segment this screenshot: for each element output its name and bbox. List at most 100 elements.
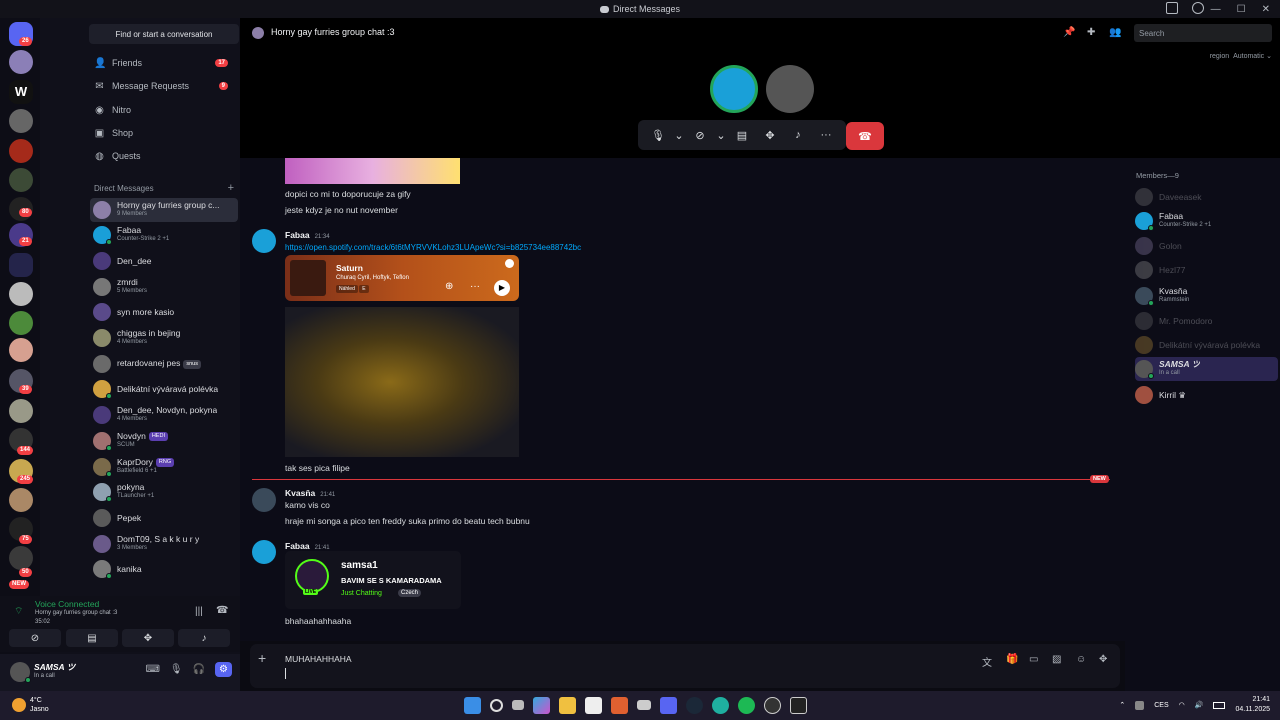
participant-avatar[interactable] <box>766 65 814 113</box>
microphone-icon[interactable]: 🎙 <box>170 664 183 675</box>
server-icon[interactable]: W <box>9 80 33 104</box>
dm-item[interactable]: Novdyn HEDI SCUM <box>90 429 238 453</box>
participant-avatar[interactable] <box>710 65 758 113</box>
server-icon[interactable] <box>9 139 33 163</box>
avatar[interactable] <box>252 488 276 512</box>
hang-up-button[interactable]: ☎ <box>846 122 884 150</box>
member-item[interactable]: Hezl77 <box>1135 258 1278 282</box>
server-icon[interactable] <box>9 109 33 133</box>
copilot-icon[interactable] <box>533 697 550 714</box>
member-item[interactable]: Kvasňa Rammstein <box>1135 284 1278 308</box>
volume-icon[interactable]: 🔊 <box>1195 701 1204 709</box>
server-icon[interactable] <box>9 311 33 335</box>
member-item[interactable]: Daveeasek <box>1135 185 1278 209</box>
steam-icon[interactable] <box>686 697 703 714</box>
spotify-icon[interactable] <box>738 697 755 714</box>
nav-nitro[interactable]: ◉ Nitro <box>94 101 131 119</box>
soundboard-button[interactable]: ♪ <box>178 629 230 647</box>
pin-icon[interactable]: 📌 <box>1063 27 1075 38</box>
chevron-down-icon[interactable]: ⌄ <box>672 123 686 147</box>
store-icon[interactable] <box>585 697 602 714</box>
member-list-icon[interactable]: 👥 <box>1109 27 1121 38</box>
language-indicator[interactable]: CES <box>1154 702 1168 709</box>
task-view-icon[interactable] <box>512 700 524 710</box>
more-icon[interactable]: ··· <box>470 281 480 292</box>
app-icon[interactable] <box>611 697 628 714</box>
headphones-icon[interactable]: 🎧 <box>193 664 205 675</box>
find-conversation-button[interactable]: Find or start a conversation <box>89 24 239 44</box>
nav-shop[interactable]: ▣ Shop <box>94 124 133 142</box>
screen-share-icon[interactable]: ▤ <box>728 123 756 147</box>
add-member-icon[interactable]: ✚ <box>1087 27 1095 38</box>
close-button[interactable]: ✕ <box>1262 4 1270 15</box>
member-item[interactable]: SAMSA ツ In a call <box>1135 357 1278 381</box>
nav-message-requests[interactable]: ✉ Message Requests 9 <box>94 77 230 95</box>
obs-icon[interactable] <box>764 697 781 714</box>
gift-icon[interactable]: 🎁 <box>1006 654 1018 665</box>
edge-icon[interactable] <box>712 697 729 714</box>
member-item[interactable]: Delikátní výváravá polévka <box>1135 333 1278 357</box>
dm-item[interactable]: pokyna TLauncher +1 <box>90 480 238 504</box>
camera-off-button[interactable]: ⊘ <box>9 629 61 647</box>
server-icon[interactable] <box>9 168 33 192</box>
dm-item[interactable]: Pepek <box>90 506 238 530</box>
server-icon[interactable] <box>9 488 33 512</box>
server-icon[interactable] <box>9 50 33 74</box>
dm-item[interactable]: Den_dee <box>90 249 238 273</box>
screen-share-button[interactable]: ▤ <box>66 629 118 647</box>
dm-item[interactable]: DomT09, S a k k u r y3 Members <box>90 532 238 556</box>
nav-friends[interactable]: 👤 Friends 17 <box>94 54 230 72</box>
chevron-up-icon[interactable]: ⌃ <box>1119 701 1125 709</box>
weather-widget[interactable]: 4°C Jasno <box>30 696 49 714</box>
add-icon[interactable]: ⊕ <box>445 281 453 292</box>
dm-item[interactable]: zmrdi 5 Members <box>90 275 238 299</box>
help-icon[interactable] <box>1192 2 1204 14</box>
message-author[interactable]: Fabaa 21:34 <box>285 230 330 240</box>
message-composer[interactable]: + MUHAHAHHAHA 文 🎁 ▭ ▨ ☺ ✥ <box>250 644 1120 688</box>
gamepad-icon[interactable]: ⌨ <box>145 664 159 675</box>
server-icon[interactable] <box>9 282 33 306</box>
server-icon[interactable] <box>9 546 33 570</box>
spotify-link[interactable]: https://open.spotify.com/track/6t6tMYRVV… <box>285 243 581 252</box>
dm-item[interactable]: Delikátní výváravá polévka <box>90 377 238 401</box>
wifi-icon[interactable]: ◠ <box>1179 701 1185 709</box>
dm-item[interactable]: kanika <box>90 557 238 581</box>
user-avatar[interactable] <box>10 662 31 683</box>
mail-icon[interactable] <box>637 700 651 710</box>
dm-item[interactable]: Horny gay furries group c... 9 Members <box>90 198 238 222</box>
noise-suppression-icon[interactable]: ||| <box>195 606 203 617</box>
dm-item[interactable]: Fabaa Counter-Strike 2 +1 <box>90 223 238 247</box>
dm-item[interactable]: KaprDory RNG Battlefield 6 +1 <box>90 455 238 479</box>
attach-icon[interactable]: + <box>258 650 266 666</box>
message-input[interactable]: MUHAHAHHAHA <box>285 654 352 664</box>
region-selector[interactable]: region Automatic ⌄ <box>1210 52 1272 60</box>
translate-icon[interactable]: 文 <box>982 654 992 669</box>
search-input[interactable]: Search <box>1134 24 1272 42</box>
discord-icon[interactable] <box>660 697 677 714</box>
soundboard-icon[interactable]: ♪ <box>784 123 812 147</box>
chevron-down-icon[interactable]: ⌄ <box>714 123 728 147</box>
message-author[interactable]: Kvasňa 21:41 <box>285 488 335 498</box>
server-icon[interactable] <box>9 399 33 423</box>
microphone-icon[interactable]: 🎙 <box>644 123 672 147</box>
member-item[interactable]: Kirril ♛ <box>1135 383 1278 407</box>
dm-item[interactable]: chiggas in bejing 4 Members <box>90 326 238 350</box>
start-icon[interactable] <box>464 697 481 714</box>
clock[interactable]: 21:41 04.11.2025 <box>1235 695 1270 715</box>
play-button[interactable]: ▶ <box>494 280 510 296</box>
voice-channel[interactable]: Horny gay furries group chat :3 <box>35 610 117 616</box>
search-icon[interactable] <box>490 699 503 712</box>
twitch-embed[interactable]: LIVE samsa1 BAVIM SE S KAMARADAMA Just C… <box>285 551 461 609</box>
maximize-button[interactable]: ☐ <box>1237 4 1246 15</box>
message-author[interactable]: Fabaa 21:41 <box>285 541 330 551</box>
member-item[interactable]: Golon <box>1135 234 1278 258</box>
minimize-button[interactable]: — <box>1211 4 1221 15</box>
member-item[interactable]: Fabaa Counter-Strike 2 +1 <box>1135 209 1278 233</box>
avatar[interactable] <box>252 229 276 253</box>
activities-button[interactable]: ✥ <box>122 629 174 647</box>
dm-item[interactable]: syn more kasio <box>90 300 238 324</box>
apps-icon[interactable]: ✥ <box>1099 654 1107 665</box>
disconnect-icon[interactable]: ☎ <box>216 605 228 616</box>
inbox-icon[interactable] <box>1166 2 1178 14</box>
spotify-embed[interactable]: Saturn Churaq Cyril, Hoftyk, Teflon Náhl… <box>285 255 519 301</box>
